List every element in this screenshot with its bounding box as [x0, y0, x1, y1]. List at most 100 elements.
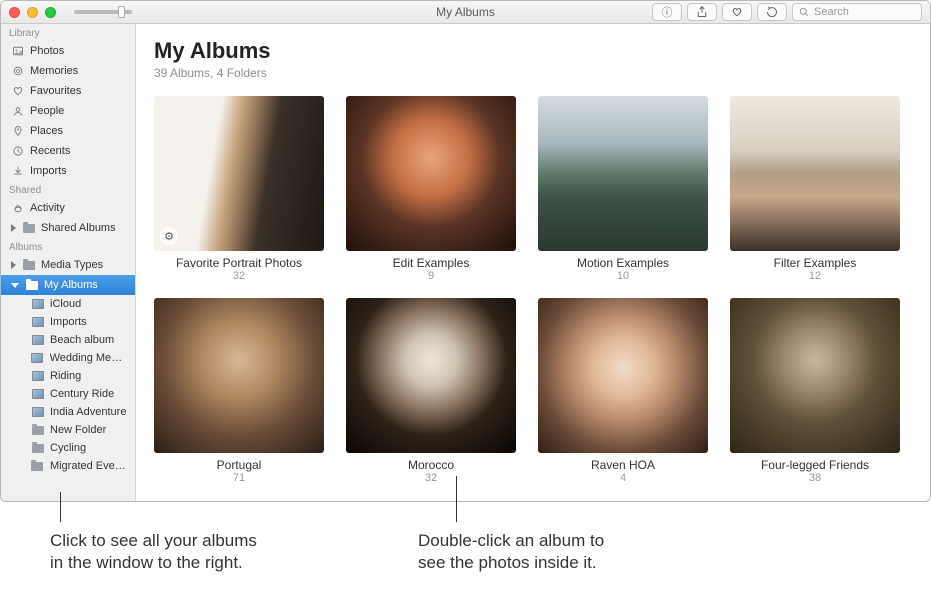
callout-text-left: Click to see all your albums in the wind…	[50, 530, 257, 574]
search-icon	[798, 6, 810, 18]
slider-knob[interactable]	[118, 6, 125, 18]
titlebar: My Albums ⓘ Search	[1, 1, 930, 24]
sidebar-item-places[interactable]: Places	[1, 121, 135, 141]
sidebar-item-migrated-events[interactable]: Migrated Events	[1, 457, 135, 475]
sidebar-item-label: Migrated Events	[50, 460, 129, 472]
sidebar-item-label: Favourites	[30, 85, 81, 97]
sidebar-item-media-types[interactable]: Media Types	[1, 255, 135, 275]
folder-icon	[25, 279, 38, 292]
album-tile[interactable]: Four-legged Friends38	[730, 298, 900, 484]
album-cover[interactable]	[538, 298, 708, 453]
sidebar-item-label: Shared Albums	[41, 222, 116, 234]
sidebar-item-india-adventure[interactable]: India Adventure	[1, 403, 135, 421]
folder-icon	[31, 460, 44, 473]
sidebar-item-label: Cycling	[50, 442, 86, 454]
sidebar-item-label: Wedding Mem…	[50, 352, 129, 364]
album-count: 10	[617, 270, 629, 282]
folder-icon	[22, 222, 35, 235]
toolbar-right: ⓘ Search	[652, 3, 922, 21]
sidebar-item-label: Recents	[30, 145, 70, 157]
zoom-window-button[interactable]	[45, 7, 56, 18]
album-thumb-icon	[31, 316, 44, 329]
search-field[interactable]: Search	[792, 3, 922, 21]
sidebar-item-activity[interactable]: Activity	[1, 198, 135, 218]
album-tile[interactable]: ⚙Favorite Portrait Photos32	[154, 96, 324, 282]
album-cover[interactable]	[730, 96, 900, 251]
album-cover[interactable]	[538, 96, 708, 251]
sidebar-item-my-albums[interactable]: My Albums	[1, 275, 135, 295]
folder-icon	[31, 442, 44, 455]
rotate-button[interactable]	[757, 3, 787, 21]
album-name: Edit Examples	[393, 256, 470, 270]
sidebar-item-century-ride[interactable]: Century Ride	[1, 385, 135, 403]
close-window-button[interactable]	[9, 7, 20, 18]
sidebar-item-label: Imports	[30, 165, 67, 177]
album-cover[interactable]	[346, 96, 516, 251]
sidebar-item-imports[interactable]: Imports	[1, 161, 135, 181]
album-grid: ⚙Favorite Portrait Photos32Edit Examples…	[154, 96, 910, 484]
callout-line-left	[60, 492, 61, 522]
window-body: Library PhotosMemoriesFavouritesPeoplePl…	[1, 24, 930, 501]
disclosure-triangle-icon[interactable]	[11, 261, 16, 269]
album-tile[interactable]: Morocco32	[346, 298, 516, 484]
sidebar-item-riding[interactable]: Riding	[1, 367, 135, 385]
search-placeholder: Search	[814, 6, 849, 18]
sidebar-item-beach-album[interactable]: Beach album	[1, 331, 135, 349]
imports-icon	[11, 165, 24, 178]
people-icon	[11, 105, 24, 118]
album-name: Portugal	[217, 458, 262, 472]
sidebar-item-favourites[interactable]: Favourites	[1, 81, 135, 101]
album-count: 32	[233, 270, 245, 282]
sidebar-item-icloud[interactable]: iCloud	[1, 295, 135, 313]
thumbnail-zoom-slider[interactable]	[74, 10, 132, 14]
album-tile[interactable]: Raven HOA4	[538, 298, 708, 484]
sidebar-item-cycling[interactable]: Cycling	[1, 439, 135, 457]
sidebar-item-imports[interactable]: Imports	[1, 313, 135, 331]
sidebar-item-wedding-mem-[interactable]: Wedding Mem…	[1, 349, 135, 367]
sidebar-item-label: iCloud	[50, 298, 81, 310]
album-name: Raven HOA	[591, 458, 655, 472]
album-cover[interactable]	[730, 298, 900, 453]
memories-icon	[11, 65, 24, 78]
album-name: Four-legged Friends	[761, 458, 869, 472]
callout-text-right: Double-click an album to see the photos …	[418, 530, 604, 574]
minimize-window-button[interactable]	[27, 7, 38, 18]
smart-album-badge-icon: ⚙	[160, 227, 178, 245]
main-content[interactable]: My Albums 39 Albums, 4 Folders ⚙Favorite…	[136, 24, 930, 501]
album-tile[interactable]: Edit Examples9	[346, 96, 516, 282]
callout-line-right	[456, 476, 457, 522]
disclosure-triangle-icon[interactable]	[11, 283, 19, 288]
sidebar-item-new-folder[interactable]: New Folder	[1, 421, 135, 439]
sidebar-item-label: Places	[30, 125, 63, 137]
album-count: 38	[809, 472, 821, 484]
album-cover[interactable]	[154, 298, 324, 453]
album-cover[interactable]	[346, 298, 516, 453]
sidebar-item-label: Beach album	[50, 334, 114, 346]
album-tile[interactable]: Portugal71	[154, 298, 324, 484]
info-button[interactable]: ⓘ	[652, 3, 682, 21]
favourite-button[interactable]	[722, 3, 752, 21]
album-count: 4	[620, 472, 626, 484]
recents-icon	[11, 145, 24, 158]
sidebar-item-photos[interactable]: Photos	[1, 41, 135, 61]
sidebar-item-shared-albums[interactable]: Shared Albums	[1, 218, 135, 238]
album-cover[interactable]: ⚙	[154, 96, 324, 251]
section-header-shared: Shared	[1, 181, 135, 198]
sidebar-item-recents[interactable]: Recents	[1, 141, 135, 161]
sidebar-item-label: Century Ride	[50, 388, 114, 400]
places-icon	[11, 125, 24, 138]
album-tile[interactable]: Filter Examples12	[730, 96, 900, 282]
album-thumb-icon	[31, 370, 44, 383]
album-name: Morocco	[408, 458, 454, 472]
sidebar[interactable]: Library PhotosMemoriesFavouritesPeoplePl…	[1, 24, 136, 501]
disclosure-triangle-icon[interactable]	[11, 224, 16, 232]
sidebar-item-memories[interactable]: Memories	[1, 61, 135, 81]
share-button[interactable]	[687, 3, 717, 21]
sidebar-item-label: Memories	[30, 65, 78, 77]
album-thumb-icon	[31, 406, 44, 419]
sidebar-item-label: India Adventure	[50, 406, 126, 418]
album-thumb-icon	[31, 388, 44, 401]
sidebar-item-people[interactable]: People	[1, 101, 135, 121]
album-tile[interactable]: Motion Examples10	[538, 96, 708, 282]
help-annotations: Click to see all your albums in the wind…	[0, 502, 931, 597]
